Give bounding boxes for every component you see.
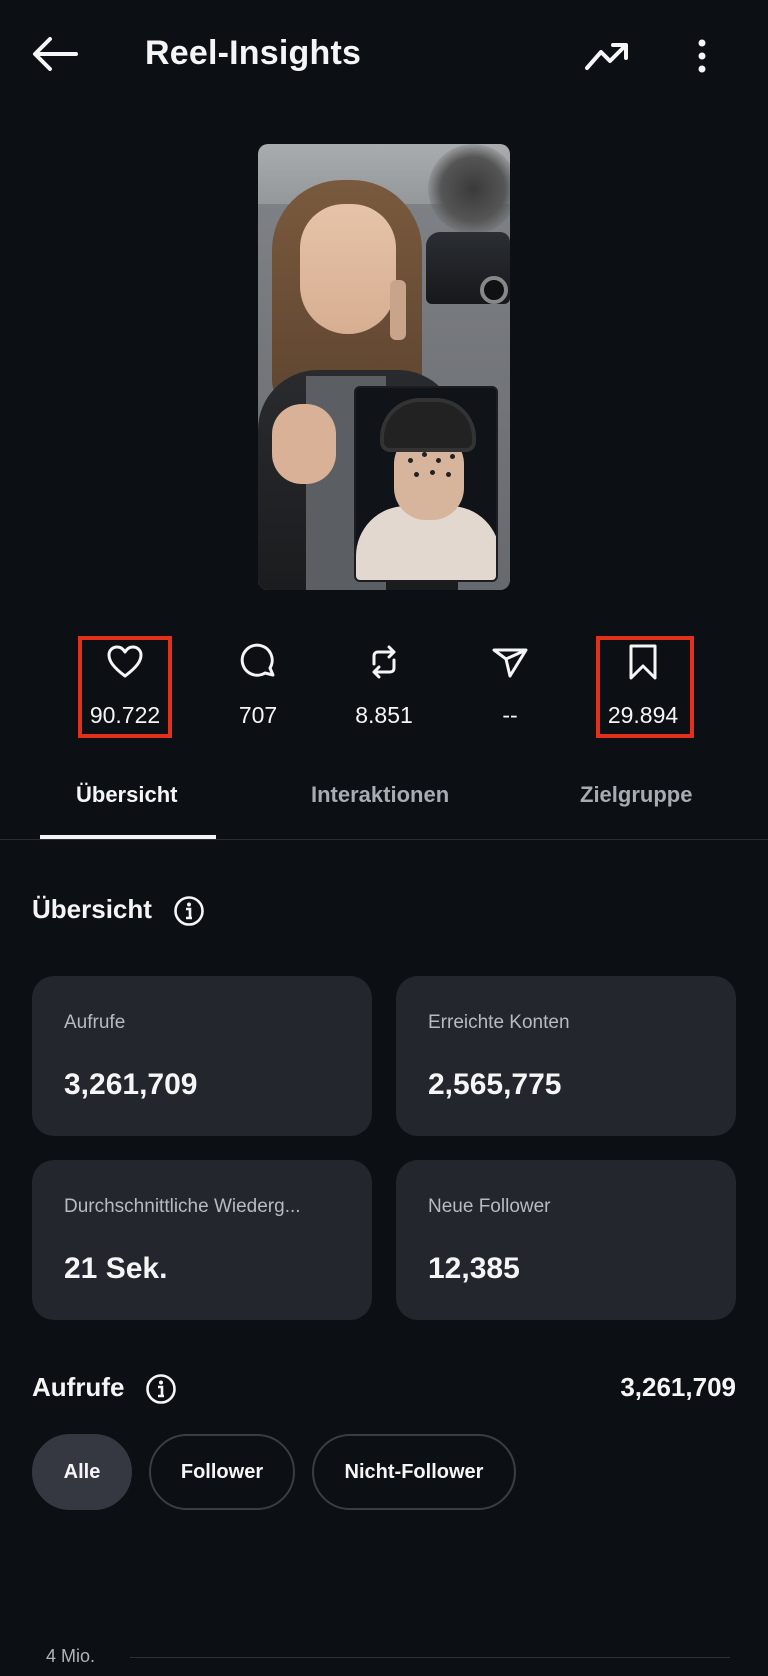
- card-value: 3,261,709: [64, 1068, 198, 1101]
- filter-chip-all[interactable]: Alle: [32, 1434, 132, 1510]
- views-card[interactable]: Aufrufe 3,261,709: [32, 976, 372, 1136]
- card-value: 2,565,775: [428, 1068, 562, 1101]
- thumbnail-smoke: [428, 144, 510, 234]
- repost-icon: [372, 645, 396, 679]
- views-heading: Aufrufe: [32, 1372, 125, 1402]
- views-total: 3,261,709: [620, 1372, 736, 1402]
- share-icon: [492, 648, 528, 678]
- likes-highlight-box: [78, 636, 172, 738]
- tab-audience[interactable]: Zielgruppe: [580, 782, 692, 808]
- inset-marker-dot: [408, 458, 413, 463]
- filter-chip-non-followers[interactable]: Nicht-Follower: [312, 1434, 516, 1510]
- card-value: 21 Sek.: [64, 1252, 168, 1285]
- inset-marker-dot: [422, 452, 427, 457]
- accounts-reached-card[interactable]: Erreichte Konten 2,565,775: [396, 976, 736, 1136]
- inset-marker-dot: [446, 472, 451, 477]
- tab-interactions[interactable]: Interaktionen: [311, 782, 449, 808]
- reposts-stat[interactable]: 8.851: [334, 630, 434, 740]
- inset-marker-dot: [430, 470, 435, 475]
- card-label: Neue Follower: [428, 1196, 551, 1217]
- card-value: 12,385: [428, 1252, 520, 1285]
- comment-icon: [240, 643, 275, 677]
- reposts-count: 8.851: [355, 702, 413, 728]
- inset-marker-dot: [414, 472, 419, 477]
- thumbnail-hand: [272, 404, 336, 484]
- card-label: Durchschnittliche Wiederg...: [64, 1196, 301, 1217]
- active-tab-indicator: [40, 835, 216, 839]
- thumbnail-face: [300, 204, 396, 334]
- card-label: Erreichte Konten: [428, 1012, 570, 1033]
- tab-overview[interactable]: Übersicht: [76, 782, 177, 808]
- thumbnail-phone: [390, 280, 406, 340]
- card-label: Aufrufe: [64, 1012, 126, 1033]
- trending-up-icon[interactable]: [583, 38, 631, 74]
- thumbnail-wheel: [480, 276, 508, 304]
- thumbnail-inset-video: [354, 386, 498, 582]
- page-title: Reel-Insights: [145, 34, 362, 72]
- reel-thumbnail[interactable]: [258, 144, 510, 590]
- back-arrow-icon[interactable]: [30, 34, 80, 74]
- top-bar: Reel-Insights: [0, 0, 768, 112]
- chart-axis-label: 4 Mio.: [46, 1646, 96, 1666]
- comments-stat[interactable]: 707: [208, 630, 308, 740]
- overview-heading: Übersicht: [32, 894, 152, 924]
- shares-stat[interactable]: --: [460, 630, 560, 740]
- chart-gridline: [130, 1657, 730, 1658]
- shares-count: --: [502, 702, 518, 728]
- inset-marker-dot: [450, 454, 455, 459]
- inset-marker-dot: [436, 458, 441, 463]
- filter-chip-followers[interactable]: Follower: [149, 1434, 295, 1510]
- insights-tabs: Übersicht Interaktionen Zielgruppe: [0, 760, 768, 840]
- info-icon[interactable]: [173, 895, 205, 927]
- saves-highlight-box: [596, 636, 694, 738]
- comments-count: 707: [238, 702, 278, 728]
- new-followers-card[interactable]: Neue Follower 12,385: [396, 1160, 736, 1320]
- inset-helmet: [380, 398, 476, 452]
- more-options-icon[interactable]: [690, 36, 714, 76]
- avg-watch-time-card[interactable]: Durchschnittliche Wiederg... 21 Sek.: [32, 1160, 372, 1320]
- info-icon[interactable]: [145, 1373, 177, 1405]
